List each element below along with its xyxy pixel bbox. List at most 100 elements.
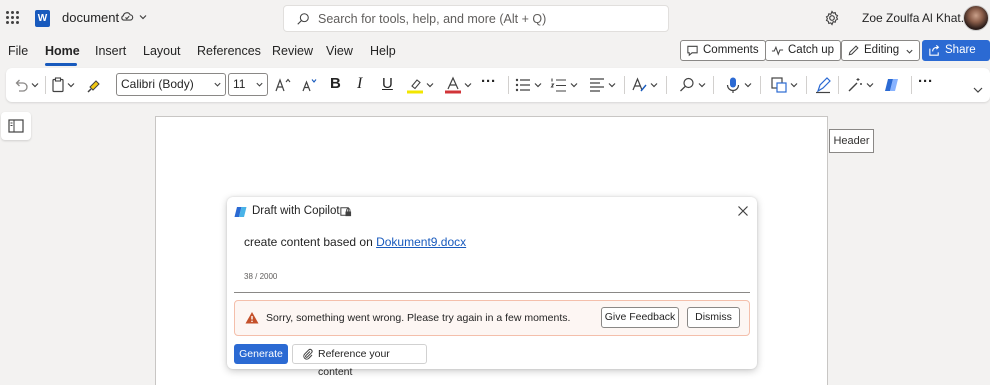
- format-painter-icon[interactable]: [86, 76, 104, 94]
- generate-button[interactable]: Generate: [234, 344, 288, 364]
- share-button[interactable]: Share: [922, 40, 990, 61]
- tab-insert[interactable]: Insert: [95, 44, 126, 58]
- copilot-icon[interactable]: [883, 76, 901, 94]
- error-message-bar: Sorry, something went wrong. Please try …: [234, 300, 750, 336]
- divider: [911, 76, 912, 94]
- catch-up-button[interactable]: Catch up: [765, 40, 842, 61]
- divider: [45, 76, 46, 94]
- comments-button[interactable]: Comments: [680, 40, 766, 61]
- dialog-title: Draft with Copilot: [252, 205, 340, 217]
- reference-content-button[interactable]: Reference your content: [292, 344, 427, 378]
- underline-button[interactable]: U: [382, 75, 393, 93]
- tab-view[interactable]: View: [326, 44, 353, 58]
- avatar[interactable]: [963, 5, 989, 31]
- give-feedback-button[interactable]: Give Feedback: [601, 307, 679, 328]
- navigation-pane-button[interactable]: [1, 112, 31, 140]
- font-family-select[interactable]: Calibri (Body): [116, 73, 226, 96]
- chevron-down-icon: [214, 82, 221, 87]
- undo-icon[interactable]: [12, 76, 30, 94]
- bullets-icon[interactable]: [514, 76, 532, 94]
- divider: [624, 76, 625, 94]
- shrink-font-icon[interactable]: [300, 76, 318, 94]
- more-font-options-button[interactable]: ···: [481, 73, 496, 91]
- tab-help[interactable]: Help: [370, 44, 396, 58]
- bold-button[interactable]: B: [330, 75, 341, 93]
- chevron-down-icon[interactable]: [972, 81, 984, 99]
- close-icon[interactable]: [737, 205, 749, 217]
- paperclip-icon: [303, 348, 313, 360]
- chevron-down-icon[interactable]: [865, 76, 875, 94]
- catch-up-label: Catch up: [788, 44, 835, 56]
- grow-font-icon[interactable]: [274, 76, 292, 94]
- comments-label: Comments: [703, 44, 759, 56]
- editing-mode-button[interactable]: Editing: [841, 40, 921, 61]
- gear-icon[interactable]: [824, 10, 840, 26]
- document-name[interactable]: document: [62, 10, 119, 25]
- chevron-down-icon[interactable]: [138, 10, 148, 24]
- comment-icon: [687, 45, 698, 57]
- chevron-down-icon[interactable]: [743, 76, 753, 94]
- character-counter: 38 / 2000: [244, 272, 278, 281]
- chevron-down-icon: [906, 49, 913, 54]
- highlight-icon[interactable]: [406, 76, 424, 94]
- prompt-text: create content based on Dokument9.docx: [244, 235, 466, 249]
- error-text: Sorry, something went wrong. Please try …: [266, 312, 571, 324]
- designer-icon[interactable]: [846, 76, 864, 94]
- editor-icon[interactable]: [814, 76, 832, 94]
- search-box[interactable]: [283, 5, 669, 32]
- divider: [713, 76, 714, 94]
- font-size-select[interactable]: 11: [228, 73, 268, 96]
- app-launcher-icon[interactable]: [6, 11, 20, 25]
- chevron-down-icon[interactable]: [425, 76, 435, 94]
- align-icon[interactable]: [588, 76, 606, 94]
- divider: [508, 76, 509, 94]
- divider: [760, 76, 761, 94]
- italic-button[interactable]: I: [357, 75, 362, 93]
- editing-label: Editing: [864, 44, 900, 56]
- title-bar: W document Zoe Zoulfa Al Khat...: [0, 0, 990, 37]
- styles-icon[interactable]: [630, 76, 648, 94]
- clipboard-icon[interactable]: [50, 76, 66, 94]
- prompt-input[interactable]: create content based on Dokument9.docx 3…: [234, 224, 750, 293]
- word-logo-icon: W: [35, 10, 50, 27]
- find-icon[interactable]: [678, 76, 696, 94]
- pencil-icon: [848, 45, 859, 56]
- chevron-down-icon[interactable]: [649, 76, 659, 94]
- tab-references[interactable]: References: [197, 44, 261, 58]
- user-name[interactable]: Zoe Zoulfa Al Khat...: [862, 11, 971, 25]
- chevron-down-icon[interactable]: [697, 76, 707, 94]
- sensitivity-icon[interactable]: [770, 76, 788, 94]
- lock-icon: [340, 207, 352, 217]
- divider: [666, 76, 667, 94]
- more-options-button[interactable]: ···: [918, 73, 933, 91]
- share-icon: [929, 44, 940, 56]
- chevron-down-icon[interactable]: [607, 76, 617, 94]
- chevron-down-icon[interactable]: [30, 76, 40, 94]
- chevron-down-icon[interactable]: [66, 76, 76, 94]
- tab-layout[interactable]: Layout: [143, 44, 181, 58]
- dismiss-button[interactable]: Dismiss: [687, 307, 740, 328]
- tab-file[interactable]: File: [8, 44, 28, 58]
- numbering-icon[interactable]: [550, 76, 568, 94]
- font-color-icon[interactable]: [444, 76, 462, 94]
- cloud-sync-icon: [121, 12, 134, 21]
- chevron-down-icon[interactable]: [533, 76, 543, 94]
- share-label: Share: [945, 44, 976, 56]
- chevron-down-icon[interactable]: [569, 76, 579, 94]
- search-input[interactable]: [318, 6, 658, 31]
- header-tooltip: Header: [829, 129, 874, 153]
- chevron-down-icon: [256, 82, 263, 87]
- divider: [838, 76, 839, 94]
- tab-review[interactable]: Review: [272, 44, 313, 58]
- pulse-icon: [771, 45, 784, 56]
- copilot-icon: [234, 207, 247, 217]
- warning-icon: [245, 312, 259, 324]
- referenced-file-link[interactable]: Dokument9.docx: [376, 235, 466, 249]
- navigation-pane-icon: [8, 119, 24, 133]
- search-icon: [297, 13, 309, 25]
- active-tab-indicator: [45, 63, 77, 66]
- tab-home[interactable]: Home: [45, 44, 80, 58]
- dictate-icon[interactable]: [724, 76, 742, 94]
- chevron-down-icon[interactable]: [789, 76, 799, 94]
- chevron-down-icon[interactable]: [463, 76, 473, 94]
